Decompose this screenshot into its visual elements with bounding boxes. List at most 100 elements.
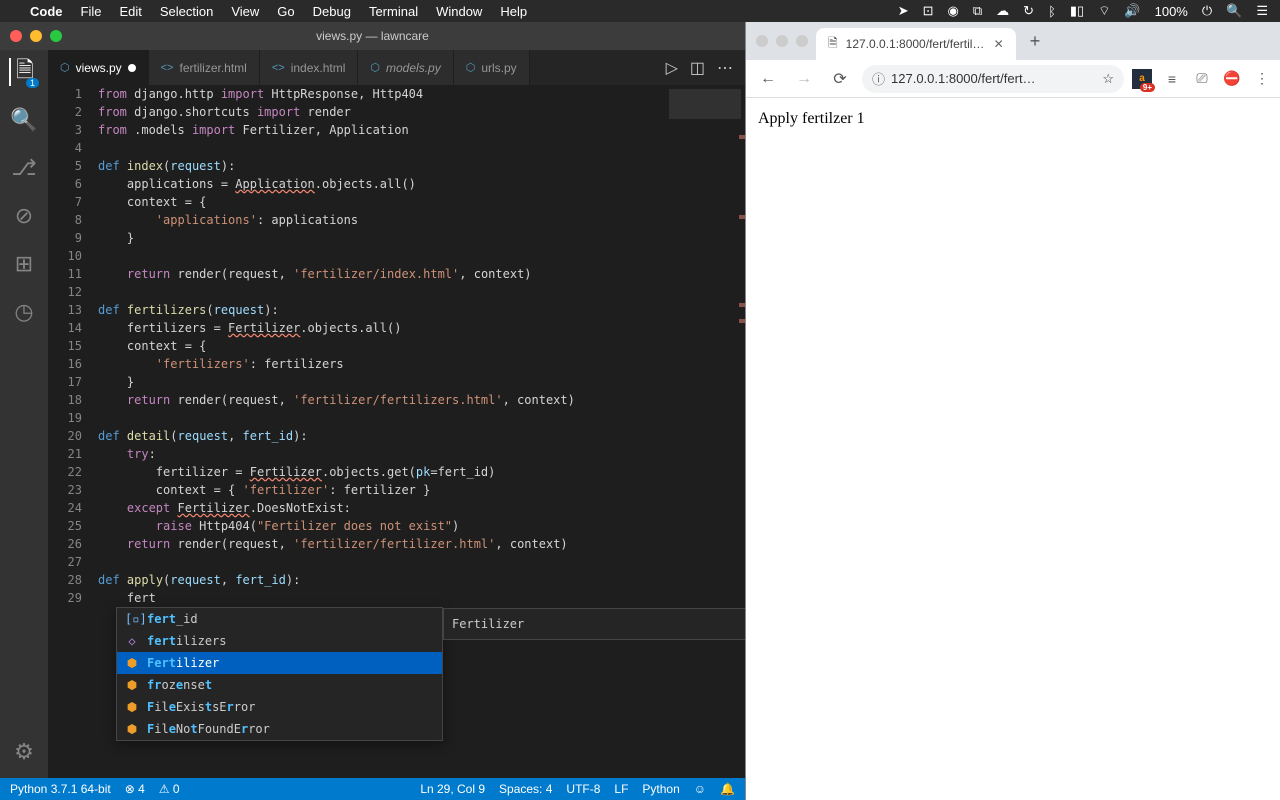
menu-edit[interactable]: Edit — [119, 4, 141, 19]
autocomplete-detail: Fertilizer × — [443, 608, 745, 640]
autocomplete-popup: [▫]fert_id◇fertilizers⬢Fertilizer⬢frozen… — [116, 607, 443, 741]
eol[interactable]: LF — [614, 782, 628, 796]
vscode-window: views.py — lawncare 🗎1 🔍 ⎇ ⊘ ⊞ ◷ ⚙ ⬡ view… — [0, 22, 745, 800]
more-icon[interactable]: ⋯ — [717, 58, 733, 78]
history-icon[interactable]: ↻ — [1023, 3, 1034, 19]
menu-view[interactable]: View — [231, 4, 259, 19]
battery-icon[interactable]: ▮▯ — [1070, 3, 1084, 19]
extensions-icon[interactable]: ⊞ — [10, 250, 38, 278]
window-minimize[interactable] — [30, 30, 42, 42]
tab-label: models.py — [386, 61, 441, 75]
python-env[interactable]: Python 3.7.1 64-bit — [10, 782, 111, 796]
record-icon[interactable]: ⊡ — [923, 3, 934, 19]
browser-titlebar: 🗎 127.0.0.1:8000/fert/fertilizers/1 ✕ + — [746, 22, 1280, 60]
remote-icon[interactable]: ◷ — [10, 298, 38, 326]
error-count[interactable]: ⊗ 4 — [125, 782, 145, 796]
cloud-icon[interactable]: ☁ — [996, 3, 1009, 19]
autocomplete-item[interactable]: [▫]fert_id — [117, 608, 442, 630]
browser-tab[interactable]: 🗎 127.0.0.1:8000/fert/fertilizers/1 ✕ — [816, 28, 1016, 60]
chrome-menu-icon[interactable]: ⋮ — [1252, 69, 1272, 89]
buffer-ext-icon[interactable]: ≡ — [1162, 69, 1182, 89]
python-icon: ⬡ — [370, 61, 380, 74]
python-icon: ⬡ — [60, 61, 70, 74]
language-mode[interactable]: Python — [642, 782, 679, 796]
menu-window[interactable]: Window — [436, 4, 482, 19]
volume-icon[interactable]: 🔊 — [1124, 3, 1140, 19]
adblock-ext-icon[interactable]: ⛔ — [1222, 69, 1242, 89]
page-content: Apply fertilzer 1 — [746, 98, 1280, 800]
url-text: 127.0.0.1:8000/fert/fert… — [891, 71, 1036, 86]
encoding[interactable]: UTF-8 — [566, 782, 600, 796]
browser-toolbar: ← → ⟳ ⓘ 127.0.0.1:8000/fert/fert… ☆ a9+ … — [746, 60, 1280, 98]
tab-favicon: 🗎 — [828, 34, 838, 55]
app-name[interactable]: Code — [30, 4, 63, 19]
feedback-icon[interactable]: ☺ — [694, 782, 706, 796]
autocomplete-item[interactable]: ⬢FileNotFoundError — [117, 718, 442, 740]
tab-label: index.html — [291, 61, 346, 75]
new-tab-button[interactable]: + — [1024, 31, 1047, 52]
back-button[interactable]: ← — [754, 65, 782, 93]
search-icon[interactable]: 🔍 — [10, 106, 38, 134]
tab-models[interactable]: ⬡ models.py — [358, 50, 453, 85]
window-minimize[interactable] — [776, 35, 788, 47]
window-maximize[interactable] — [50, 30, 62, 42]
location-icon[interactable]: ➤ — [898, 3, 909, 19]
info-icon[interactable]: ⓘ — [872, 69, 885, 88]
wifi-icon[interactable]: ⌔ — [1098, 3, 1110, 19]
minimap[interactable] — [665, 85, 745, 778]
window-close[interactable] — [10, 30, 22, 42]
search-icon[interactable]: 🔍 — [1226, 3, 1242, 19]
python-icon: ⬡ — [466, 61, 476, 74]
window-close[interactable] — [756, 35, 768, 47]
menu-terminal[interactable]: Terminal — [369, 4, 418, 19]
warning-count[interactable]: ⚠ 0 — [159, 782, 180, 796]
tab-label: fertilizer.html — [179, 61, 246, 75]
notifications-icon[interactable]: 🔔 — [720, 782, 735, 796]
menu-help[interactable]: Help — [500, 4, 527, 19]
browser-window: 🗎 127.0.0.1:8000/fert/fertilizers/1 ✕ + … — [745, 22, 1280, 800]
split-editor-icon[interactable]: ◫ — [690, 58, 705, 78]
cast-icon[interactable]: ⎚ — [1192, 69, 1212, 89]
debug-icon[interactable]: ⊘ — [10, 202, 38, 230]
power-icon[interactable]: ⏻ — [1202, 3, 1212, 19]
close-icon[interactable]: ✕ — [994, 37, 1004, 51]
autocomplete-item[interactable]: ◇fertilizers — [117, 630, 442, 652]
autocomplete-item[interactable]: ⬢FileExistsError — [117, 696, 442, 718]
menu-selection[interactable]: Selection — [160, 4, 213, 19]
tab-urls[interactable]: ⬡ urls.py — [454, 50, 530, 85]
run-icon[interactable]: ▷ — [666, 58, 678, 78]
window-maximize[interactable] — [796, 35, 808, 47]
screen-icon[interactable]: ◉ — [948, 3, 959, 19]
dropbox-icon[interactable]: ⧉ — [973, 3, 982, 19]
control-center-icon[interactable]: ☰ — [1256, 3, 1268, 19]
menu-file[interactable]: File — [81, 4, 102, 19]
dirty-indicator — [128, 64, 136, 72]
menu-go[interactable]: Go — [277, 4, 294, 19]
reload-button[interactable]: ⟳ — [826, 65, 854, 93]
star-icon[interactable]: ☆ — [1102, 71, 1114, 87]
tab-label: views.py — [76, 61, 122, 75]
forward-button[interactable]: → — [790, 65, 818, 93]
bluetooth-icon[interactable]: ᛒ — [1048, 4, 1056, 19]
activity-bar: 🗎1 🔍 ⎇ ⊘ ⊞ ◷ ⚙ — [0, 50, 48, 778]
mac-menubar: Code File Edit Selection View Go Debug T… — [0, 0, 1280, 22]
indent[interactable]: Spaces: 4 — [499, 782, 552, 796]
tab-label: urls.py — [481, 61, 516, 75]
menu-debug[interactable]: Debug — [313, 4, 351, 19]
url-bar[interactable]: ⓘ 127.0.0.1:8000/fert/fert… ☆ — [862, 65, 1124, 93]
explorer-icon[interactable]: 🗎1 — [9, 58, 37, 86]
source-control-icon[interactable]: ⎇ — [10, 154, 38, 182]
amazon-ext-icon[interactable]: a9+ — [1132, 69, 1152, 89]
tab-views[interactable]: ⬡ views.py — [48, 50, 149, 85]
autocomplete-item[interactable]: ⬢frozenset — [117, 674, 442, 696]
cursor-position[interactable]: Ln 29, Col 9 — [420, 782, 485, 796]
vscode-titlebar: views.py — lawncare — [0, 22, 745, 50]
line-numbers: 1234567891011121314151617181920212223242… — [48, 85, 98, 778]
tab-index[interactable]: <>index.html — [260, 50, 359, 85]
code-editor[interactable]: 1234567891011121314151617181920212223242… — [48, 85, 745, 778]
autocomplete-item[interactable]: ⬢Fertilizer — [117, 652, 442, 674]
settings-icon[interactable]: ⚙ — [10, 738, 38, 766]
page-text: Apply fertilzer 1 — [758, 110, 865, 127]
battery-percent: 100% — [1155, 4, 1188, 19]
tab-fertilizer[interactable]: <>fertilizer.html — [149, 50, 260, 85]
